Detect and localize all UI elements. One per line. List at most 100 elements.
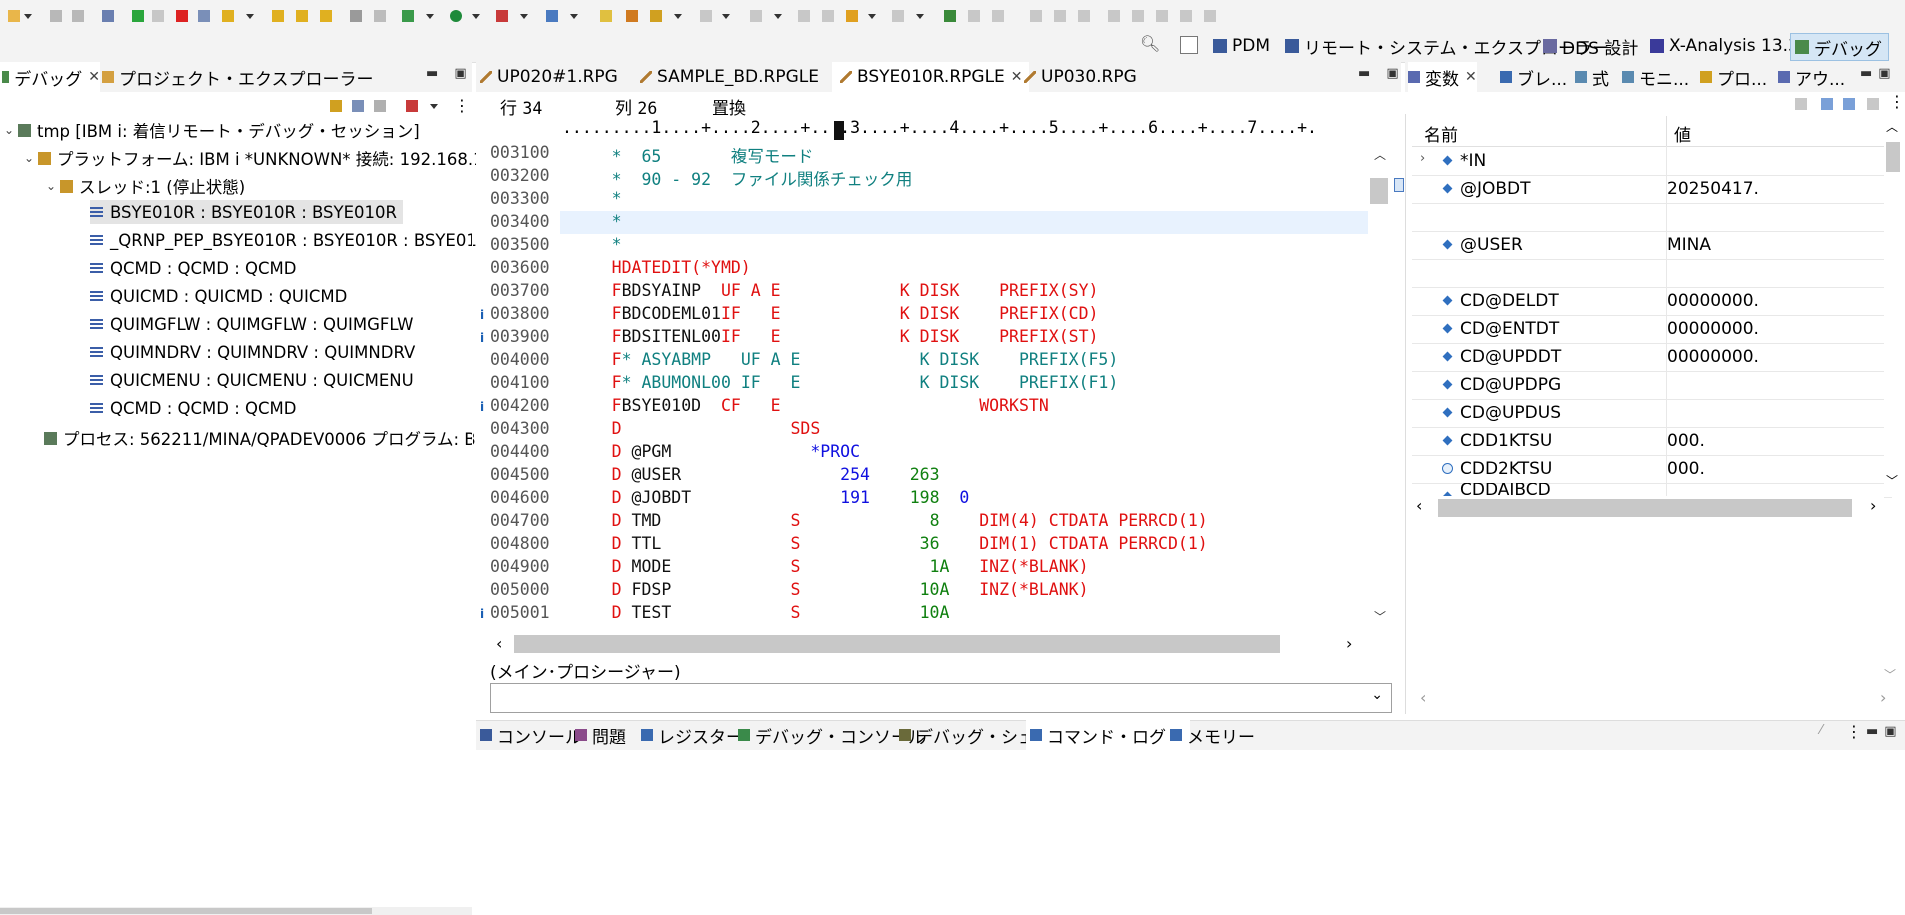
stack-frame[interactable]: QUIMGFLW : QUIMGFLW : QUIMGFLW (90, 312, 413, 336)
tab-problems[interactable]: 問題 (575, 720, 626, 750)
minimize-maximize-icon[interactable]: ▬▣ (1866, 724, 1903, 739)
tree-platform[interactable]: ⌄ プラットフォーム: IBM i *UNKNOWN* 接続: 192.168.… (24, 146, 494, 170)
chevron-right-icon[interactable]: › (1420, 151, 1425, 166)
scrollbar-thumb[interactable] (0, 908, 372, 914)
tab-project-explorer[interactable]: プロジェクト・エクスプローラー (102, 62, 374, 92)
tab-breakpoints[interactable]: ブレ... (1500, 62, 1567, 92)
open-perspective-icon[interactable] (944, 10, 956, 22)
last-edit-icon[interactable] (798, 10, 810, 22)
tab-editor-sample-bd[interactable]: SAMPLE_BD.RPGLE (640, 62, 819, 92)
warning-icon[interactable] (1108, 10, 1120, 22)
chevron-down-icon[interactable]: ⌄ (46, 179, 60, 193)
next-annotation-icon[interactable] (700, 10, 712, 22)
variable-value[interactable]: 000. (1667, 431, 1705, 451)
tree-thread[interactable]: ⌄ スレッド:1 (停止状態) (46, 174, 245, 198)
tab-monitors[interactable]: モニ... (1622, 62, 1689, 92)
new-icon[interactable] (8, 10, 20, 22)
close-icon[interactable]: ✕ (1465, 69, 1477, 85)
drop-to-frame-icon[interactable] (320, 10, 332, 22)
save-icon[interactable] (50, 10, 62, 22)
filter-icon[interactable] (1132, 10, 1144, 22)
variable-row[interactable]: CDD1KTSU 000. (1412, 427, 1892, 456)
stack-frame[interactable]: QCMD : QCMD : QCMD (90, 396, 296, 420)
chevron-down-icon[interactable] (246, 14, 254, 19)
remove-all-terminated-icon[interactable] (352, 100, 364, 112)
step-filter-icon[interactable] (350, 10, 362, 22)
chevron-down-icon[interactable]: ⌄ (4, 123, 18, 137)
variable-detail-pane[interactable]: ﹀ ‹ › (1408, 520, 1902, 710)
stop-icon[interactable] (1054, 10, 1066, 22)
collapse-icon[interactable] (1795, 98, 1807, 110)
perspective-debug[interactable]: デバッグ (1790, 33, 1889, 61)
variable-row[interactable]: @USER MINA (1412, 231, 1892, 260)
stack-frame[interactable]: QUICMENU : QUICMENU : QUICMENU (90, 368, 414, 392)
column-header-value[interactable]: 値 (1674, 121, 1691, 146)
back-icon[interactable] (846, 10, 858, 22)
undo-icon[interactable] (968, 10, 980, 22)
tab-registers[interactable]: レジスター (641, 720, 743, 750)
stack-frame[interactable]: BSYE010R : BSYE010R : BSYE010R (90, 200, 403, 224)
tab-memory[interactable]: メモリー (1170, 720, 1255, 750)
chevron-down-icon[interactable] (570, 14, 578, 19)
show-type-names-icon[interactable] (1821, 98, 1833, 110)
clear-icon[interactable]: ⁄ (1820, 723, 1822, 738)
view-menu-icon[interactable] (1867, 98, 1879, 110)
tab-debug-console[interactable]: デバッグ・コンソール (738, 720, 925, 750)
coverage-icon[interactable] (546, 10, 558, 22)
perspective-pdm[interactable]: PDM (1213, 33, 1270, 59)
edit-icon[interactable] (600, 10, 612, 22)
more-options-icon[interactable]: ⋮ (1846, 722, 1862, 741)
record-icon[interactable] (1030, 10, 1042, 22)
remove-launch-icon[interactable] (374, 100, 386, 112)
procedure-select[interactable]: ⌄ (490, 683, 1392, 713)
bookmark-icon[interactable] (1156, 10, 1168, 22)
chevron-down-icon[interactable] (774, 14, 782, 19)
chevron-down-icon[interactable] (916, 14, 924, 19)
stack-frame[interactable]: QUICMD : QUICMD : QUICMD (90, 284, 347, 308)
info-marker-icon[interactable]: i (480, 308, 484, 322)
variable-row[interactable]: CDD2KTSU 000. (1412, 455, 1892, 484)
variable-row[interactable]: CD@DELDT 00000000. (1412, 287, 1892, 316)
chevron-down-icon[interactable] (426, 14, 434, 19)
step-over-icon[interactable] (272, 10, 284, 22)
chevron-left-icon[interactable]: ‹ (1420, 688, 1426, 707)
scrollbar-thumb[interactable] (1370, 178, 1388, 204)
chevron-down-icon[interactable]: ﹀ (1884, 666, 1896, 683)
variable-value[interactable]: 00000000. (1667, 291, 1759, 311)
prev-annotation-icon[interactable] (750, 10, 762, 22)
resume-icon[interactable] (132, 10, 144, 22)
minimize-maximize-icon[interactable]: ▬▣ (1860, 66, 1897, 81)
chevron-down-icon[interactable]: ﹀ (1374, 608, 1386, 625)
variable-value[interactable]: MINA (1667, 235, 1711, 255)
search-icon[interactable]: 🔍︎ (1140, 34, 1160, 53)
info-marker-icon[interactable]: i (480, 607, 484, 621)
variable-row[interactable]: › *IN (1412, 147, 1892, 176)
chevron-down-icon[interactable] (868, 14, 876, 19)
more-options-icon[interactable]: ⋮ (1889, 92, 1905, 111)
perspective-dds[interactable]: DDS 設計 (1543, 33, 1638, 59)
chevron-down-icon[interactable] (520, 14, 528, 19)
chevron-right-icon[interactable]: › (1346, 634, 1352, 653)
info-marker-icon[interactable]: i (480, 400, 484, 414)
tab-outline[interactable]: アウ... (1778, 62, 1845, 92)
close-icon[interactable]: ✕ (88, 69, 100, 85)
suspend-icon[interactable] (152, 10, 164, 22)
tab-editor-up020[interactable]: UP020#1.RPG (480, 62, 618, 92)
compare-icon[interactable] (1180, 10, 1192, 22)
step-into-icon[interactable] (222, 10, 234, 22)
info-marker-icon[interactable]: i (480, 331, 484, 345)
settings-icon[interactable] (1204, 10, 1216, 22)
command-log-view[interactable] (476, 750, 1905, 915)
forward-icon[interactable] (892, 10, 904, 22)
chevron-left-icon[interactable]: ‹ (496, 634, 502, 653)
scrollbar-thumb[interactable] (514, 635, 1280, 653)
variable-row[interactable]: CD@UPDUS (1412, 399, 1892, 428)
variables-horizontal-scrollbar[interactable]: ‹ › (1412, 496, 1884, 520)
more-options-icon[interactable]: ⋮ (454, 96, 470, 115)
open-perspective-icon[interactable] (1180, 36, 1198, 54)
variable-value[interactable]: 000. (1667, 459, 1705, 479)
chevron-down-icon[interactable] (674, 14, 682, 19)
pin-icon[interactable] (650, 10, 662, 22)
play-icon[interactable] (1078, 10, 1090, 22)
chevron-down-icon[interactable]: ⌄ (24, 151, 38, 165)
